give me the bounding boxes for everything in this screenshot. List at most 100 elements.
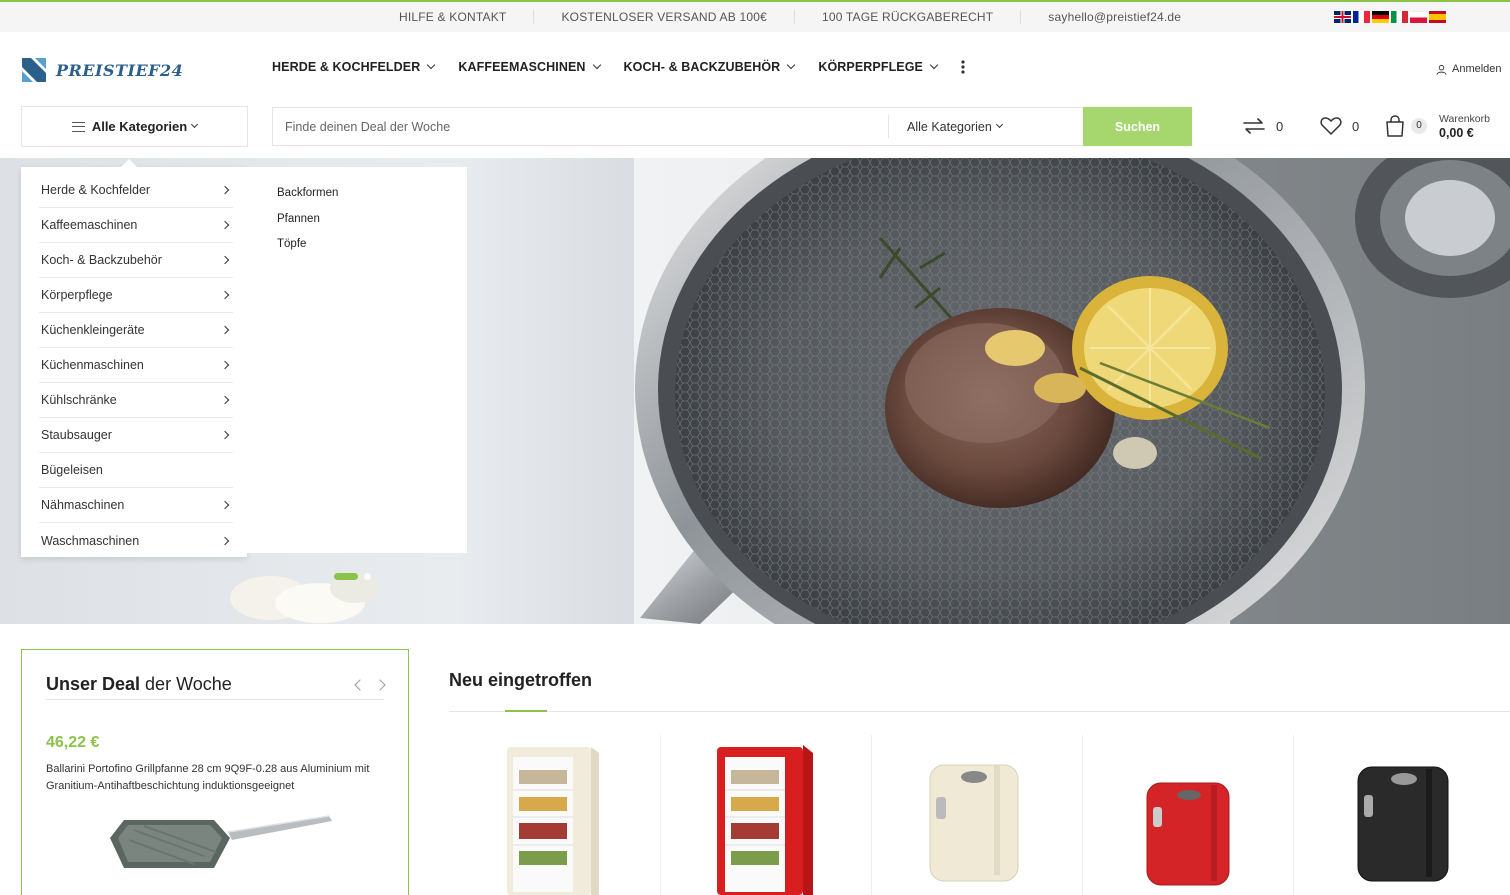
category-item-staubsauger[interactable]: Staubsauger	[39, 418, 233, 453]
flag-it-icon[interactable]	[1391, 11, 1408, 23]
slider-dot-active[interactable]	[334, 573, 358, 580]
more-menu-icon[interactable]	[961, 60, 965, 74]
login-label: Anmelden	[1452, 63, 1502, 75]
hamburger-icon	[71, 121, 85, 132]
submenu-item-backformen[interactable]: Backformen	[277, 187, 467, 213]
category-label: Küchenmaschinen	[41, 358, 144, 372]
main-nav: HERDE & KOCHFELDER KAFFEEMASCHINEN KOCH-…	[272, 60, 965, 74]
nav-label: HERDE & KOCHFELDER	[272, 60, 421, 74]
return-policy-info: 100 TAGE RÜCKGABERECHT	[795, 10, 1022, 24]
category-item-kuehlschraenke[interactable]: Kühlschränke	[39, 383, 233, 418]
flag-es-icon[interactable]	[1429, 11, 1446, 23]
all-categories-button[interactable]: Alle Kategorien	[21, 106, 248, 147]
category-item-kuechenmaschinen[interactable]: Küchenmaschinen	[39, 348, 233, 383]
flag-de-icon[interactable]	[1372, 11, 1389, 23]
logo-text: PREISTIEF24	[56, 60, 184, 80]
chevron-right-icon	[220, 325, 230, 335]
cart-count-badge: 0	[1411, 118, 1427, 134]
category-item-kaffeemaschinen[interactable]: Kaffeemaschinen	[39, 208, 233, 243]
chevron-down-icon	[427, 60, 436, 70]
nav-item-koerperpflege[interactable]: KÖRPERPFLEGE	[818, 60, 939, 74]
category-item-waschmaschinen[interactable]: Waschmaschinen	[39, 523, 233, 558]
free-shipping-info: KOSTENLOSER VERSAND AB 100€	[534, 10, 795, 24]
all-categories-label: Alle Kategorien	[91, 119, 188, 134]
flag-en-icon[interactable]	[1334, 11, 1351, 23]
chevron-right-icon	[220, 255, 230, 265]
chevron-right-icon	[220, 430, 230, 440]
login-link[interactable]: Anmelden	[1436, 63, 1502, 75]
submenu-item-pfannen[interactable]: Pfannen	[277, 213, 467, 239]
category-item-koch-backzubehoer[interactable]: Koch- & Backzubehör	[39, 243, 233, 278]
chevron-right-icon	[220, 185, 230, 195]
category-label: Kaffeemaschinen	[41, 218, 138, 232]
chevron-right-icon	[220, 220, 230, 230]
compare-icon	[1243, 118, 1265, 134]
cart-total[interactable]: 0,00 €	[1439, 126, 1474, 140]
nav-item-koch-backzubehoer[interactable]: KOCH- & BACKZUBEHÖR	[623, 60, 796, 74]
category-item-naehmaschinen[interactable]: Nähmaschinen	[39, 488, 233, 523]
new-arrivals-divider	[449, 711, 1510, 712]
deal-title-rest: der Woche	[140, 674, 232, 694]
wishlist-count: 0	[1352, 118, 1360, 134]
compare-button[interactable]: 0	[1242, 116, 1283, 136]
deal-product-name[interactable]: Ballarini Portofino Grillpfanne 28 cm 9Q…	[46, 761, 384, 795]
category-item-koerperpflege[interactable]: Körperpflege	[39, 278, 233, 313]
category-item-buegeleisen[interactable]: Bügeleisen	[39, 453, 233, 488]
product-card[interactable]	[1293, 735, 1504, 895]
chevron-right-icon[interactable]	[374, 678, 386, 691]
top-bar-links: HILFE & KONTAKT KOSTENLOSER VERSAND AB 1…	[372, 2, 1208, 32]
chevron-right-icon	[220, 536, 230, 545]
deal-nav	[354, 678, 386, 691]
category-label: Nähmaschinen	[41, 498, 125, 512]
chevron-left-icon[interactable]	[354, 678, 366, 691]
fridge-cream-retro-image	[929, 764, 1019, 882]
product-card[interactable]	[871, 735, 1082, 895]
nav-item-herde[interactable]: HERDE & KOCHFELDER	[272, 60, 436, 74]
product-card[interactable]	[1082, 735, 1293, 895]
nav-label: KAFFEEMASCHINEN	[458, 60, 586, 74]
category-label: Waschmaschinen	[41, 533, 140, 548]
user-icon	[1436, 64, 1447, 75]
nav-item-kaffeemaschinen[interactable]: KAFFEEMASCHINEN	[458, 60, 601, 74]
flag-pl-icon[interactable]	[1410, 11, 1427, 23]
submenu-item-toepfe[interactable]: Töpfe	[277, 238, 467, 264]
cart-button[interactable]: 0	[1385, 115, 1427, 137]
product-card[interactable]	[449, 735, 660, 895]
grill-pan-image[interactable]	[104, 808, 334, 878]
cart-label[interactable]: Warenkorb	[1439, 113, 1490, 125]
deal-of-the-week: Unser Deal der Woche 46,22 € Ballarini P…	[21, 649, 409, 895]
category-item-herde[interactable]: Herde & Kochfelder	[39, 173, 233, 208]
nav-label: KOCH- & BACKZUBEHÖR	[623, 60, 781, 74]
new-arrivals-accent	[505, 710, 547, 712]
chevron-down-icon	[787, 60, 796, 70]
compare-count: 0	[1276, 118, 1284, 134]
search-input[interactable]	[273, 108, 888, 145]
nav-label: KÖRPERPFLEGE	[818, 60, 923, 74]
deal-header: Unser Deal der Woche	[46, 670, 386, 700]
fridge-red-open-image	[717, 745, 813, 895]
search-button[interactable]: Suchen	[1083, 107, 1192, 146]
deal-price: 46,22 €	[46, 734, 100, 751]
chevron-right-icon	[220, 360, 230, 370]
search-category-select[interactable]: Alle Kategorien	[888, 115, 1083, 138]
category-label: Staubsauger	[41, 428, 112, 442]
email-link[interactable]: sayhello@preistief24.de	[1021, 10, 1208, 24]
site-logo[interactable]: PREISTIEF24	[22, 58, 183, 82]
shopping-bag-icon	[1386, 115, 1404, 137]
chevron-down-icon	[929, 60, 939, 70]
product-card[interactable]	[660, 735, 871, 895]
category-label: Küchenkleingeräte	[41, 323, 145, 337]
language-switcher	[1334, 11, 1446, 23]
category-label: Kühlschränke	[41, 393, 117, 407]
chevron-right-icon	[220, 290, 230, 300]
search-bar: Alle Kategorien Suchen	[272, 107, 1192, 146]
wishlist-button[interactable]: 0	[1320, 116, 1359, 136]
chevron-down-icon	[995, 120, 1003, 129]
help-contact-link[interactable]: HILFE & KONTAKT	[372, 10, 535, 24]
slider-dot[interactable]	[364, 573, 371, 580]
chevron-down-icon	[592, 60, 601, 70]
chevron-down-icon	[191, 120, 199, 129]
flag-fr-icon[interactable]	[1353, 11, 1370, 23]
category-item-kuechenkleingeraete[interactable]: Küchenkleingeräte	[39, 313, 233, 348]
new-arrivals-title: Neu eingetroffen	[449, 670, 593, 690]
